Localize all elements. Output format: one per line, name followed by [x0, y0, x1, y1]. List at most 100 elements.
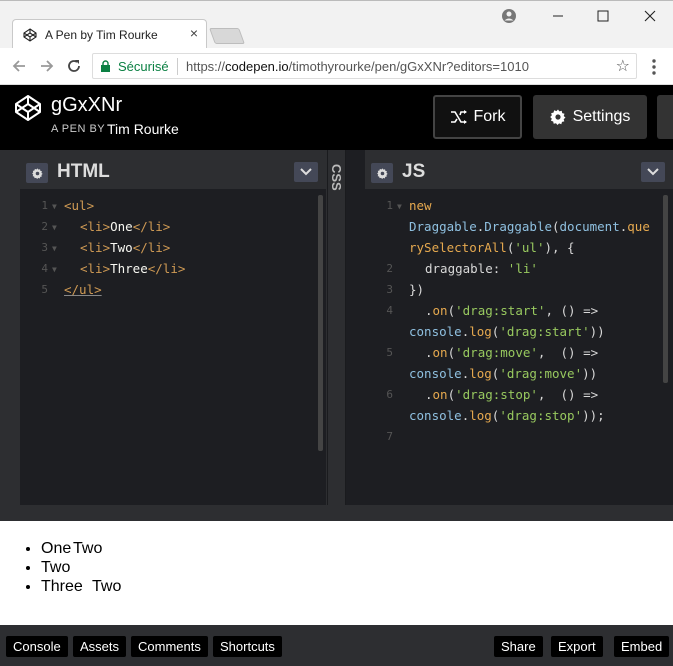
comments-button[interactable]: Comments — [131, 636, 208, 657]
fork-button[interactable]: Fork — [433, 95, 522, 139]
code-line: .on('drag:move', () => — [425, 345, 599, 360]
css-editor-collapsed[interactable]: CSS — [327, 150, 346, 505]
line-number: 3 — [41, 241, 48, 254]
pen-by-label: A PEN BY — [51, 123, 106, 135]
console-button[interactable]: Console — [6, 636, 68, 657]
forward-arrow-icon[interactable] — [37, 56, 57, 76]
line-number: 4 — [41, 262, 48, 275]
close-window-icon[interactable] — [640, 7, 660, 25]
chevron-down-icon — [300, 168, 312, 176]
fold-icon[interactable]: ▼ — [397, 202, 402, 211]
maximize-icon[interactable] — [593, 7, 613, 25]
html-pane-header: HTML — [20, 155, 326, 189]
browser-toolbar: Sécurisé https://codepen.io/timothyrourk… — [0, 48, 673, 85]
lock-icon — [101, 60, 110, 72]
shortcuts-button[interactable]: Shortcuts — [213, 636, 282, 657]
gear-icon — [376, 167, 388, 179]
chrome-menu-icon[interactable] — [648, 57, 660, 77]
share-button[interactable]: Share — [494, 636, 543, 657]
js-settings-button[interactable] — [371, 163, 393, 183]
url-scheme: https:// — [186, 59, 226, 74]
tab-close-icon[interactable]: × — [190, 25, 198, 41]
settings-label: Settings — [572, 108, 631, 125]
security-label: Sécurisé — [118, 59, 169, 74]
code-line: .on('drag:start', () => — [425, 303, 599, 318]
line-number: 7 — [386, 430, 393, 443]
codepen-logo-icon[interactable] — [14, 94, 42, 122]
code-line: console.log('drag:stop')); — [409, 408, 605, 423]
line-number: 6 — [386, 388, 393, 401]
html-pane-menu-button[interactable] — [294, 162, 318, 182]
pen-author-link[interactable]: Tim Rourke — [107, 121, 179, 137]
editor-gutter — [346, 150, 365, 505]
code-line: console.log('drag:start')) — [409, 324, 605, 339]
list-item[interactable]: OneTwo — [41, 539, 102, 558]
list-item-text: Two — [41, 559, 71, 576]
code-line: </ul> — [64, 282, 102, 297]
drag-ghost: Two — [73, 540, 103, 557]
reload-icon[interactable] — [64, 56, 84, 76]
code-line: }) — [409, 282, 425, 297]
line-number: 4 — [386, 304, 393, 317]
js-pane-title: JS — [402, 161, 426, 182]
line-number: 5 — [41, 283, 48, 296]
pen-title[interactable]: gGxXNr — [51, 94, 122, 117]
code-line: new — [409, 198, 432, 213]
line-number: 1 — [41, 199, 48, 212]
preview-list: OneTwo Two Three Two — [41, 539, 121, 596]
codepen-header: gGxXNr A PEN BY Tim Rourke Fork Settings — [0, 85, 673, 150]
js-editor-pane: JS 1 ▼ new Draggable.Draggable(document.… — [365, 150, 673, 505]
html-pane-title: HTML — [57, 161, 110, 182]
profile-icon[interactable] — [501, 8, 517, 24]
code-line: Draggable.Draggable(document.que — [409, 219, 650, 234]
editor-area: HTML 1 ▼ <ul> 2 ▼ <li>One</li> 3 ▼ <li>T… — [0, 150, 673, 505]
line-number: 5 — [386, 346, 393, 359]
css-pane-title: CSS — [329, 164, 344, 191]
embed-button[interactable]: Embed — [614, 636, 670, 657]
tab-title: A Pen by Tim Rourke — [45, 28, 158, 42]
fork-icon — [450, 110, 467, 124]
assets-button[interactable]: Assets — [73, 636, 127, 657]
settings-button[interactable]: Settings — [533, 95, 647, 139]
fold-icon[interactable]: ▼ — [52, 265, 57, 274]
bookmark-star-icon[interactable]: ☆ — [616, 56, 630, 76]
minimize-icon[interactable] — [548, 7, 568, 25]
fold-icon[interactable]: ▼ — [52, 223, 57, 232]
code-line: <ul> — [64, 198, 95, 213]
list-item-text: Three — [41, 578, 83, 595]
html-editor-pane: HTML 1 ▼ <ul> 2 ▼ <li>One</li> 3 ▼ <li>T… — [20, 150, 326, 505]
back-arrow-icon[interactable] — [9, 56, 29, 76]
fold-icon[interactable]: ▼ — [52, 244, 57, 253]
new-tab-button[interactable] — [209, 28, 245, 44]
browser-tab[interactable]: A Pen by Tim Rourke × — [12, 19, 207, 49]
url-path: /timothyrourke/pen/gGxXNr?editors=1010 — [288, 59, 529, 74]
js-pane-header: JS — [365, 155, 673, 189]
change-view-button[interactable] — [657, 95, 673, 139]
drag-mirror: Two — [92, 578, 122, 595]
result-preview: OneTwo Two Three Two — [0, 505, 673, 625]
line-number: 1 — [386, 199, 393, 212]
js-pane-menu-button[interactable] — [641, 162, 665, 182]
codepen-favicon-icon — [23, 28, 37, 42]
chevron-down-icon — [647, 168, 659, 176]
code-line: <li>One</li> — [80, 219, 171, 234]
html-settings-button[interactable] — [26, 163, 48, 183]
address-bar[interactable]: Sécurisé https://codepen.io/timothyrourk… — [92, 53, 637, 79]
fork-label: Fork — [473, 108, 506, 125]
list-item[interactable]: Three Two — [41, 577, 121, 596]
js-scrollbar[interactable] — [663, 195, 668, 383]
code-line: .on('drag:stop', () => — [425, 387, 599, 402]
list-item[interactable]: Two — [41, 558, 83, 577]
gear-icon — [31, 167, 43, 179]
code-line: rySelectorAll('ul'), { — [409, 240, 575, 255]
code-line: draggable: 'li' — [425, 261, 538, 276]
url-text[interactable]: https://codepen.io/timothyrourke/pen/gGx… — [186, 59, 529, 74]
line-number: 3 — [386, 283, 393, 296]
line-number: 2 — [41, 220, 48, 233]
line-number: 2 — [386, 262, 393, 275]
code-line: <li>Two</li> — [80, 240, 171, 255]
html-scrollbar[interactable] — [318, 195, 323, 451]
codepen-footer: Console Assets Comments Shortcuts Share … — [0, 625, 673, 666]
export-button[interactable]: Export — [551, 636, 603, 657]
fold-icon[interactable]: ▼ — [52, 202, 57, 211]
